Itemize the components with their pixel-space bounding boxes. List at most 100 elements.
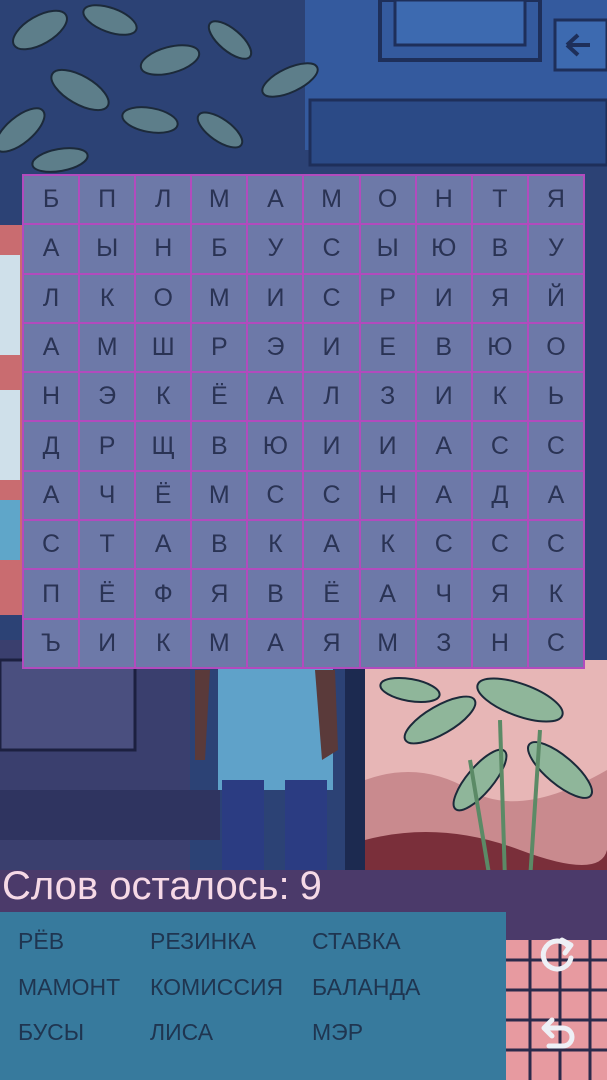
- grid-cell[interactable]: С: [528, 619, 583, 667]
- grid-cell[interactable]: В: [248, 570, 303, 618]
- grid-cell[interactable]: М: [360, 619, 415, 667]
- grid-cell[interactable]: Ю: [248, 422, 303, 470]
- grid-cell[interactable]: С: [528, 521, 583, 569]
- grid-cell[interactable]: М: [304, 176, 359, 224]
- grid-cell[interactable]: Ч: [416, 570, 471, 618]
- grid-cell[interactable]: Л: [304, 373, 359, 421]
- grid-cell[interactable]: Т: [80, 521, 135, 569]
- grid-cell[interactable]: Л: [136, 176, 191, 224]
- grid-cell[interactable]: Ъ: [24, 619, 79, 667]
- grid-cell[interactable]: Е: [360, 323, 415, 372]
- grid-cell[interactable]: А: [416, 471, 471, 520]
- grid-cell[interactable]: И: [304, 323, 359, 372]
- grid-cell[interactable]: К: [80, 274, 135, 322]
- grid-cell[interactable]: И: [248, 274, 303, 322]
- grid-cell[interactable]: У: [248, 225, 303, 273]
- grid-cell[interactable]: Р: [360, 274, 415, 322]
- grid-cell[interactable]: Р: [192, 323, 247, 372]
- grid-cell[interactable]: М: [192, 274, 247, 322]
- grid-cell[interactable]: Ш: [136, 323, 191, 372]
- grid-cell[interactable]: К: [472, 373, 527, 421]
- grid-cell[interactable]: Я: [304, 619, 359, 667]
- grid-cell[interactable]: Й: [528, 274, 583, 322]
- grid-cell[interactable]: Ю: [472, 323, 527, 372]
- grid-cell[interactable]: К: [528, 570, 583, 618]
- grid-cell[interactable]: Ё: [192, 373, 247, 421]
- grid-cell[interactable]: Я: [528, 176, 583, 224]
- grid-cell[interactable]: К: [136, 619, 191, 667]
- undo-button[interactable]: [531, 1008, 583, 1060]
- grid-cell[interactable]: А: [528, 471, 583, 520]
- grid-cell[interactable]: А: [304, 521, 359, 569]
- grid-cell[interactable]: Э: [80, 373, 135, 421]
- grid-cell[interactable]: С: [304, 274, 359, 322]
- grid-cell[interactable]: С: [528, 422, 583, 470]
- grid-cell[interactable]: Ы: [80, 225, 135, 273]
- grid-cell[interactable]: Б: [24, 176, 79, 224]
- grid-cell[interactable]: И: [416, 373, 471, 421]
- grid-cell[interactable]: О: [528, 323, 583, 372]
- grid-cell[interactable]: Д: [24, 422, 79, 470]
- grid-cell[interactable]: А: [24, 323, 79, 372]
- grid-cell[interactable]: В: [416, 323, 471, 372]
- grid-cell[interactable]: Т: [472, 176, 527, 224]
- grid-cell[interactable]: Я: [472, 274, 527, 322]
- grid-cell[interactable]: Щ: [136, 422, 191, 470]
- grid-cell[interactable]: Ч: [80, 471, 135, 520]
- grid-cell[interactable]: Я: [472, 570, 527, 618]
- grid-cell[interactable]: Д: [472, 471, 527, 520]
- grid-cell[interactable]: С: [472, 422, 527, 470]
- grid-cell[interactable]: И: [304, 422, 359, 470]
- grid-cell[interactable]: О: [136, 274, 191, 322]
- grid-cell[interactable]: А: [416, 422, 471, 470]
- grid-cell[interactable]: Ь: [528, 373, 583, 421]
- grid-cell[interactable]: О: [360, 176, 415, 224]
- grid-cell[interactable]: М: [80, 323, 135, 372]
- grid-cell[interactable]: П: [80, 176, 135, 224]
- grid-cell[interactable]: Н: [416, 176, 471, 224]
- refresh-button[interactable]: [531, 930, 583, 982]
- grid-cell[interactable]: С: [24, 521, 79, 569]
- grid-cell[interactable]: Я: [192, 570, 247, 618]
- grid-cell[interactable]: Ф: [136, 570, 191, 618]
- grid-cell[interactable]: М: [192, 471, 247, 520]
- grid-cell[interactable]: А: [248, 619, 303, 667]
- grid-cell[interactable]: Ё: [136, 471, 191, 520]
- grid-cell[interactable]: В: [192, 521, 247, 569]
- grid-cell[interactable]: Э: [248, 323, 303, 372]
- grid-cell[interactable]: П: [24, 570, 79, 618]
- grid-cell[interactable]: А: [248, 176, 303, 224]
- grid-cell[interactable]: А: [360, 570, 415, 618]
- grid-cell[interactable]: Л: [24, 274, 79, 322]
- grid-cell[interactable]: М: [192, 176, 247, 224]
- grid-cell[interactable]: Ю: [416, 225, 471, 273]
- grid-cell[interactable]: В: [472, 225, 527, 273]
- grid-cell[interactable]: Р: [80, 422, 135, 470]
- grid-cell[interactable]: К: [136, 373, 191, 421]
- grid-cell[interactable]: Н: [360, 471, 415, 520]
- grid-cell[interactable]: С: [304, 471, 359, 520]
- grid-cell[interactable]: Ё: [304, 570, 359, 618]
- grid-cell[interactable]: С: [472, 521, 527, 569]
- grid-cell[interactable]: Ы: [360, 225, 415, 273]
- grid-cell[interactable]: И: [80, 619, 135, 667]
- grid-cell[interactable]: А: [136, 521, 191, 569]
- grid-cell[interactable]: Ё: [80, 570, 135, 618]
- grid-cell[interactable]: А: [24, 471, 79, 520]
- grid-cell[interactable]: Н: [24, 373, 79, 421]
- grid-cell[interactable]: Н: [136, 225, 191, 273]
- grid-cell[interactable]: У: [528, 225, 583, 273]
- grid-cell[interactable]: З: [416, 619, 471, 667]
- grid-cell[interactable]: А: [24, 225, 79, 273]
- grid-cell[interactable]: В: [192, 422, 247, 470]
- grid-cell[interactable]: К: [248, 521, 303, 569]
- grid-cell[interactable]: Б: [192, 225, 247, 273]
- grid-cell[interactable]: З: [360, 373, 415, 421]
- grid-cell[interactable]: К: [360, 521, 415, 569]
- grid-cell[interactable]: С: [304, 225, 359, 273]
- grid-cell[interactable]: С: [416, 521, 471, 569]
- grid-cell[interactable]: М: [192, 619, 247, 667]
- grid-cell[interactable]: А: [248, 373, 303, 421]
- grid-cell[interactable]: И: [416, 274, 471, 322]
- grid-cell[interactable]: С: [248, 471, 303, 520]
